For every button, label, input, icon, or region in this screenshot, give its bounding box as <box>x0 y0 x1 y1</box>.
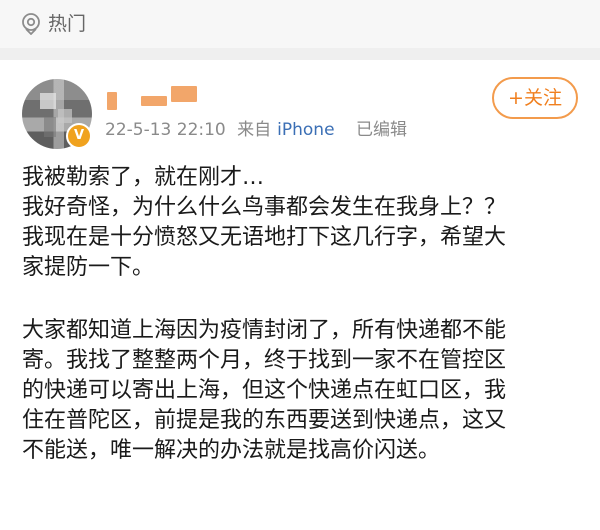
section-divider <box>0 48 600 60</box>
post-line: 不能送，唯一解决的办法就是找高价闪送。 <box>22 438 441 463</box>
top-bar: 热门 <box>0 0 600 48</box>
verified-v-icon: V <box>66 123 92 149</box>
post-line: 大家都知道上海因为疫情封闭了，所有快递都不能 <box>22 318 507 343</box>
post-meta: 22-5-13 22:10 来自 iPhone 已编辑 <box>105 118 413 142</box>
post-line: 的快递可以寄出上海，但这个快递点在虹口区，我 <box>22 378 507 403</box>
author-name-redacted[interactable] <box>105 86 205 114</box>
post-line: 我好奇怪，为什么什么鸟事都会发生在我身上？？ <box>22 195 507 220</box>
edited-label[interactable]: 已编辑 <box>356 120 407 140</box>
source-prefix: 来自 <box>237 120 272 140</box>
location-pin-icon <box>22 13 40 35</box>
post-line: 家提防一下。 <box>22 255 155 280</box>
timestamp: 22-5-13 22:10 <box>105 120 226 140</box>
post-line: 我被勒索了，就在刚才… <box>22 165 265 190</box>
post-line: 我现在是十分愤怒又无语地打下这几行字，希望大 <box>22 225 507 250</box>
post-line: 住在普陀区，前提是我的东西要送到快递点，这又 <box>22 408 507 433</box>
post-body: 我被勒索了，就在刚才… 我好奇怪，为什么什么鸟事都会发生在我身上？？ 我现在是十… <box>22 163 582 466</box>
source-link[interactable]: iPhone <box>277 120 334 140</box>
post-line: 寄。我找了整整两个月，终于找到一家不在管控区 <box>22 348 507 373</box>
hot-tab-label[interactable]: 热门 <box>48 12 86 36</box>
follow-button[interactable]: +关注 <box>492 77 578 119</box>
